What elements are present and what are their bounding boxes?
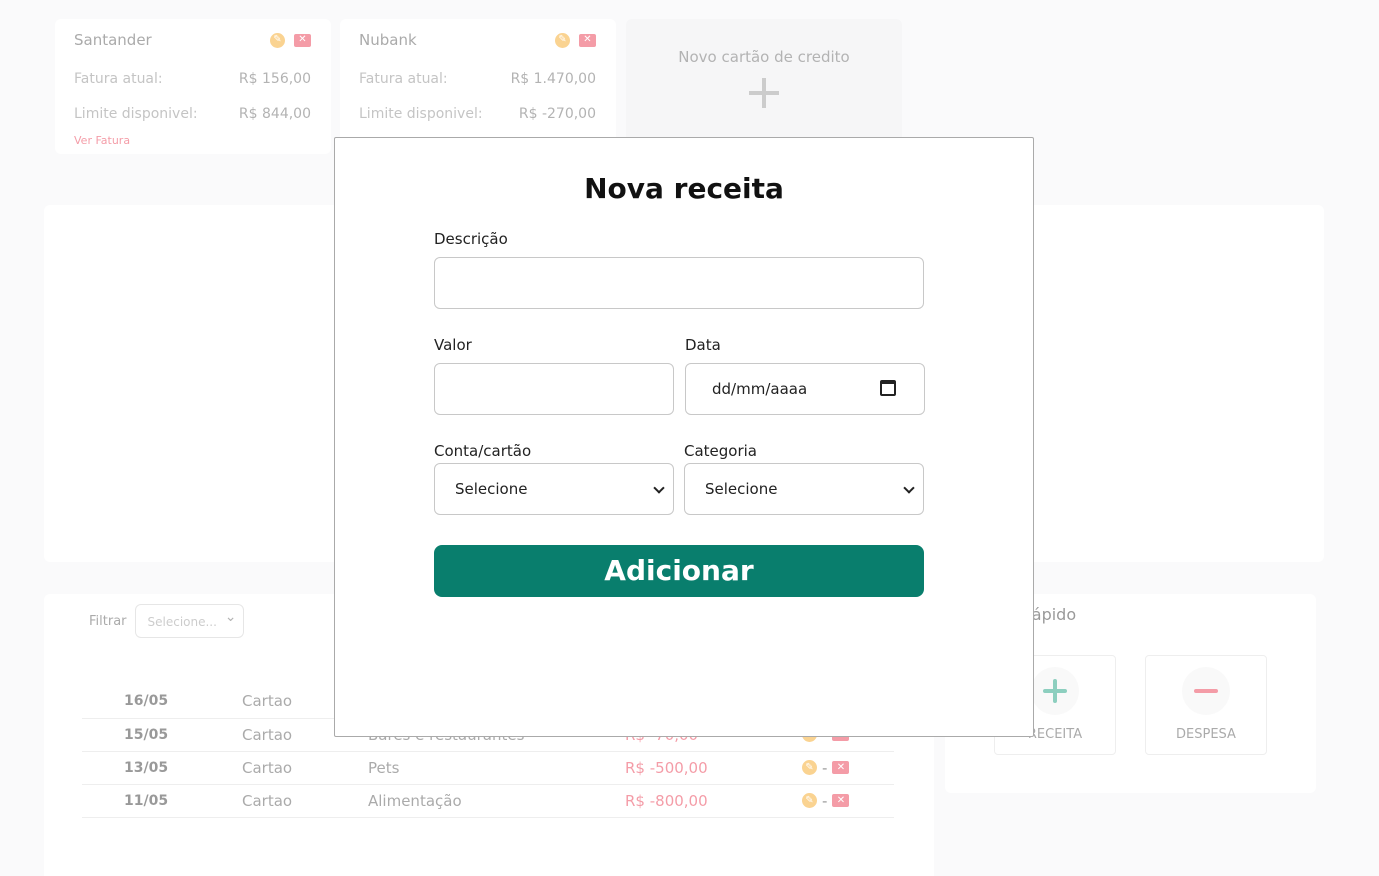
conta-selected: Selecione	[455, 480, 528, 498]
categoria-label: Categoria	[684, 442, 758, 460]
chevron-down-icon	[903, 482, 915, 494]
valor-input[interactable]	[434, 363, 674, 415]
data-label: Data	[685, 336, 721, 354]
categoria-selected: Selecione	[705, 480, 778, 498]
descricao-label: Descrição	[434, 230, 508, 248]
nova-receita-modal: Nova receita Descrição Valor Data dd/mm/…	[334, 137, 1034, 737]
calendar-icon[interactable]	[880, 380, 896, 396]
chevron-down-icon	[653, 482, 665, 494]
valor-label: Valor	[434, 336, 472, 354]
data-placeholder: dd/mm/aaaa	[712, 380, 808, 398]
conta-select[interactable]: Selecione	[434, 463, 674, 515]
descricao-input[interactable]	[434, 257, 924, 309]
data-input[interactable]: dd/mm/aaaa	[685, 363, 925, 415]
adicionar-button[interactable]: Adicionar	[434, 545, 924, 597]
conta-label: Conta/cartão	[434, 442, 532, 460]
modal-title: Nova receita	[584, 172, 784, 205]
categoria-select[interactable]: Selecione	[684, 463, 924, 515]
